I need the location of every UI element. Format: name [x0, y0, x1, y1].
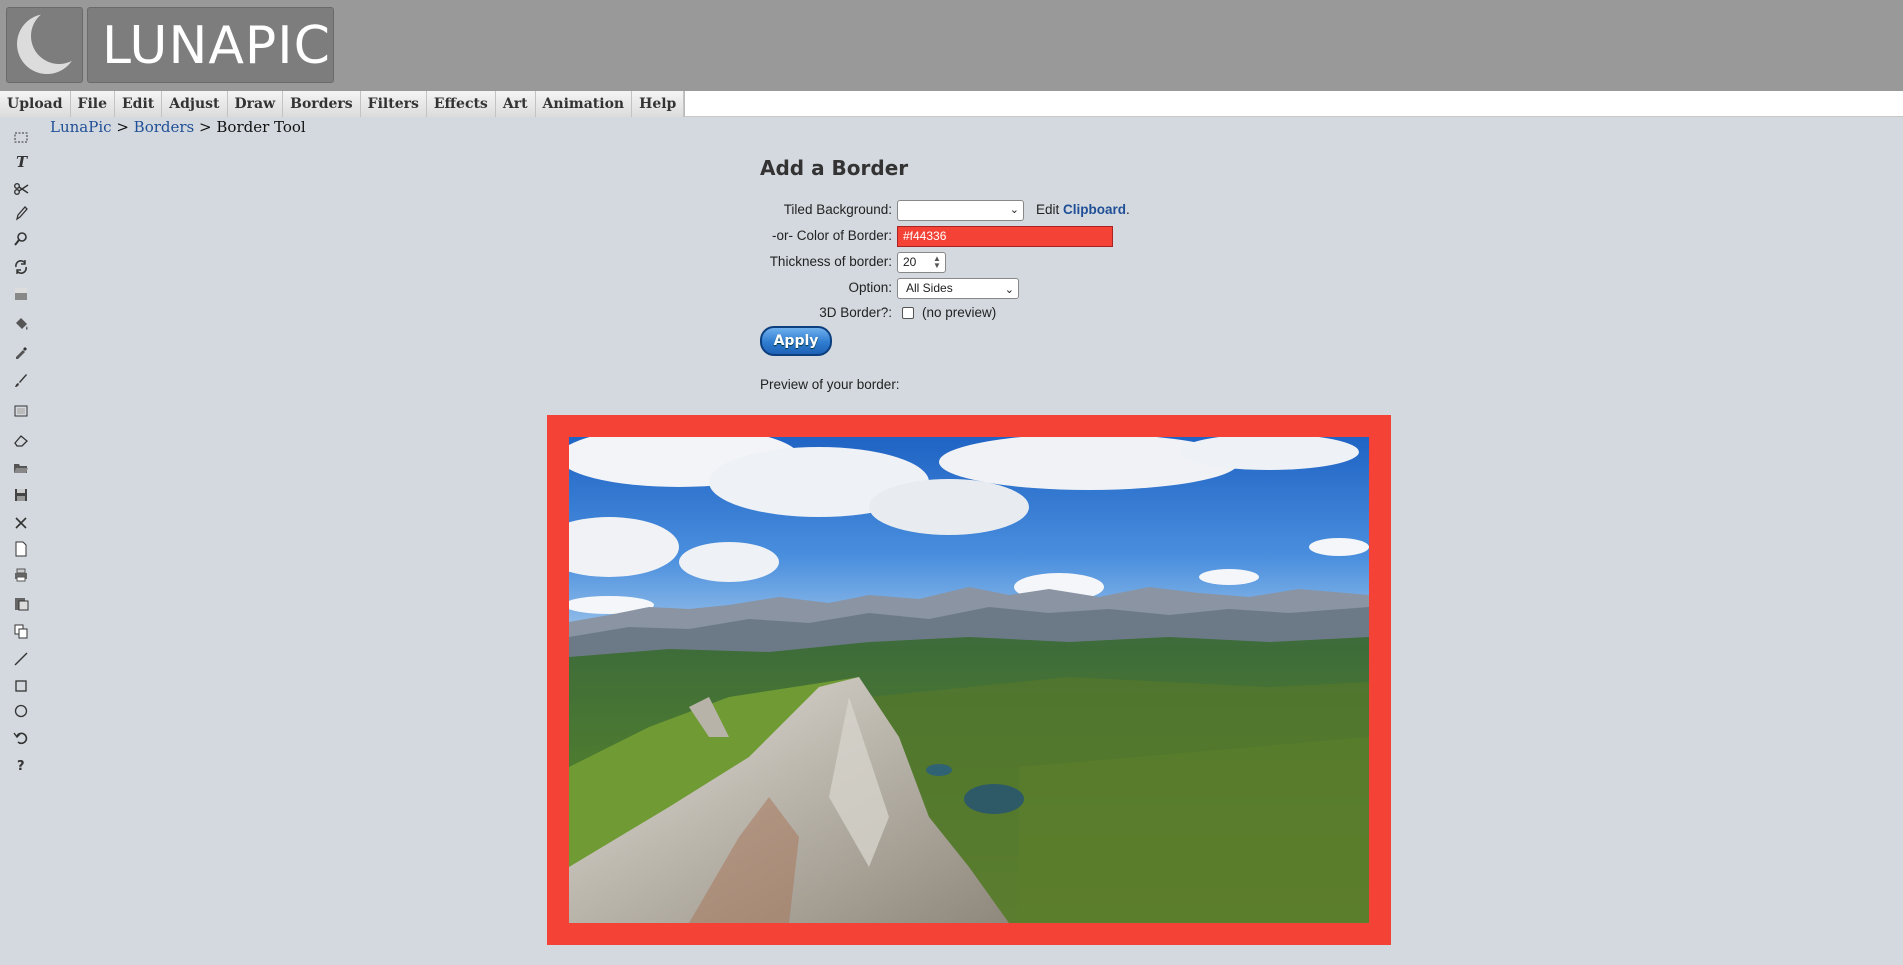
chevron-down-icon: ⌄ [1004, 284, 1014, 296]
new-file-icon[interactable] [8, 538, 34, 560]
clipboard-link[interactable]: Clipboard [1063, 202, 1126, 217]
breadcrumb-separator: > [116, 118, 129, 136]
menubar-container: Upload File Edit Adjust Draw Borders Filters Ef… [0, 91, 1903, 117]
edit-suffix: . [1126, 202, 1130, 217]
border-color-input[interactable]: #f44336 [897, 226, 1113, 247]
select-icon[interactable] [8, 126, 34, 148]
brush-icon[interactable] [8, 369, 34, 391]
chevron-down-icon: ⌄ [1009, 204, 1019, 216]
page-title: Add a Border [760, 156, 909, 180]
circle-icon[interactable] [8, 700, 34, 722]
border-preview [547, 415, 1391, 945]
print-icon[interactable] [8, 564, 34, 586]
preview-image [569, 437, 1369, 923]
no-preview-note: (no preview) [922, 305, 997, 320]
line-icon[interactable] [8, 648, 34, 670]
rectangle-icon[interactable] [8, 675, 34, 697]
help-icon[interactable]: ? [8, 754, 34, 776]
crop-icon[interactable] [8, 400, 34, 422]
menu-edit[interactable]: Edit [115, 91, 163, 117]
menu-draw[interactable]: Draw [228, 91, 284, 117]
menu-upload[interactable]: Upload [0, 91, 71, 117]
breadcrumb: LunaPic > Borders > Border Tool [50, 118, 306, 136]
edit-prefix: Edit [1036, 202, 1060, 217]
header: LUNAPIC [0, 0, 1903, 91]
tiled-background-select[interactable]: ⌄ [897, 200, 1024, 221]
save-icon[interactable] [8, 484, 34, 506]
eraser-icon[interactable] [8, 429, 34, 451]
breadcrumb-borders-link[interactable]: Borders [134, 118, 195, 136]
menu-filters[interactable]: Filters [361, 91, 427, 117]
menubar: Upload File Edit Adjust Draw Borders Filters Ef… [0, 91, 686, 117]
logo-text: LUNAPIC [87, 7, 334, 83]
thickness-label: Thickness of border: [769, 254, 892, 269]
menu-effects[interactable]: Effects [427, 91, 496, 117]
menu-borders[interactable]: Borders [283, 91, 361, 117]
option-label: Option: [848, 280, 892, 295]
moon-logo-icon [6, 7, 83, 83]
color-of-border-label: -or- Color of Border: [771, 228, 892, 243]
menu-help[interactable]: Help [632, 91, 685, 117]
undo-icon[interactable] [8, 727, 34, 749]
menu-adjust[interactable]: Adjust [162, 91, 228, 117]
menu-file[interactable]: File [71, 91, 115, 117]
svg-text:T: T [16, 153, 29, 169]
scissors-icon[interactable] [8, 178, 34, 200]
tiled-background-label: Tiled Background: [783, 202, 892, 217]
breadcrumb-lunapic-link[interactable]: LunaPic [50, 118, 112, 136]
border-3d-checkbox[interactable] [902, 307, 914, 319]
thickness-stepper[interactable]: 20 ▲ ▼ [897, 252, 946, 273]
menu-art[interactable]: Art [496, 91, 536, 117]
svg-text:?: ? [17, 759, 25, 773]
lunapic-logo[interactable]: LUNAPIC [6, 7, 334, 83]
open-folder-icon[interactable] [8, 457, 34, 479]
breadcrumb-separator: > [199, 118, 212, 136]
border-3d-label: 3D Border?: [819, 305, 892, 320]
edit-clipboard-text: Edit Clipboard. [1036, 202, 1130, 217]
pencil-icon[interactable] [8, 202, 34, 224]
spinner-arrows-icon[interactable]: ▲ ▼ [932, 255, 942, 270]
mountain-landscape-image [569, 437, 1369, 923]
apply-button[interactable]: Apply [760, 326, 832, 356]
text-icon[interactable]: T [8, 150, 34, 172]
eyedropper-icon[interactable] [8, 342, 34, 364]
option-value: All Sides [906, 281, 953, 295]
zoom-icon[interactable] [8, 228, 34, 250]
copy-icon[interactable] [8, 620, 34, 642]
option-select[interactable]: All Sides ⌄ [897, 278, 1019, 299]
preview-label: Preview of your border: [760, 377, 900, 392]
thickness-value: 20 [903, 255, 917, 269]
paint-bucket-icon[interactable] [8, 313, 34, 335]
menu-animation[interactable]: Animation [536, 91, 633, 117]
breadcrumb-current: Border Tool [216, 118, 306, 136]
paste-icon[interactable] [8, 592, 34, 614]
close-icon[interactable] [8, 512, 34, 534]
rotate-icon[interactable] [8, 256, 34, 278]
gradient-icon[interactable] [8, 283, 34, 305]
